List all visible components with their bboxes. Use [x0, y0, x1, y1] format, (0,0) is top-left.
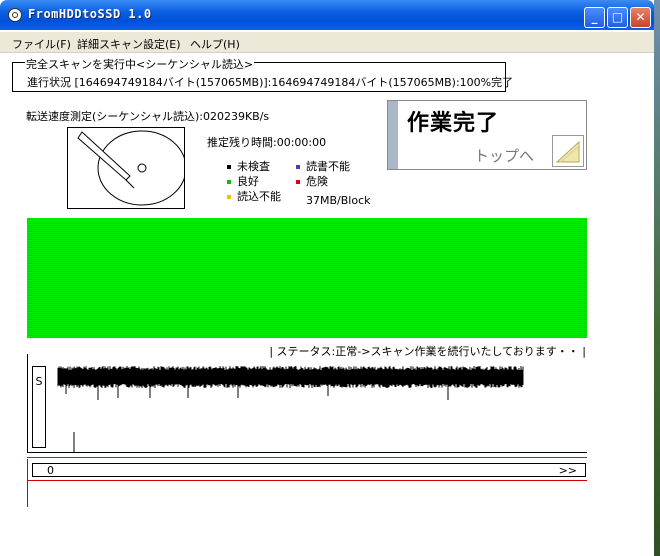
scroll-start-label: 0: [47, 464, 54, 477]
app-icon[interactable]: [8, 8, 22, 22]
legend-danger: 危険: [296, 173, 328, 189]
legend-swatch: [227, 195, 231, 199]
transfer-speed: 転送速度測定(シーケンシャル読込):020239KB/s: [26, 110, 270, 123]
separator-line: [27, 457, 587, 458]
progress-text: 進行状況 [164694749184バイト(157065MB)]:1646947…: [27, 76, 514, 89]
folder-note-icon[interactable]: [552, 135, 584, 167]
scan-mode-title: 完全スキャンを実行中<シーケンシャル読込>: [25, 56, 255, 72]
window-title: FromHDDtoSSD 1.0: [28, 7, 152, 21]
done-panel[interactable]: 作業完了 トップへ: [387, 100, 587, 170]
menu-help[interactable]: ヘルプ(H): [190, 36, 240, 52]
legend-read-error: 読込不能: [227, 188, 281, 204]
speed-spikes: [57, 366, 524, 452]
remaining-time: 推定残り時間:00:00:00: [207, 136, 327, 149]
legend-good: 良好: [227, 173, 259, 189]
close-button[interactable]: ✕: [630, 7, 651, 28]
scan-progress-frame: 完全スキャンを実行中<シーケンシャル読込> 進行状況 [164694749184…: [12, 56, 513, 92]
menu-file[interactable]: ファイル(F): [12, 36, 71, 52]
legend-swatch: [227, 180, 231, 184]
sector-map: [27, 218, 587, 338]
menu-bar: ファイル(F) 詳細スキャン設定(E) ヘルプ(H): [0, 32, 654, 53]
legend-unchecked: 未検査: [227, 158, 270, 174]
legend-swatch: [296, 180, 300, 184]
back-to-top-link[interactable]: トップへ: [474, 145, 534, 166]
hdd-drive-icon: [67, 127, 187, 209]
done-title: 作業完了: [407, 111, 500, 136]
legend-swatch: [227, 165, 231, 169]
menu-scan-settings[interactable]: 詳細スキャン設定(E): [77, 36, 181, 52]
panel-accent-strip: [388, 101, 398, 169]
maximize-button[interactable]: □: [607, 7, 628, 28]
main-window: FromHDDtoSSD 1.0 _ □ ✕ ファイル(F) 詳細スキャン設定(…: [0, 0, 654, 556]
legend-rw-error: 読書不能: [296, 158, 350, 174]
block-scrollbar[interactable]: 0 >>: [32, 463, 586, 477]
speed-graph: S: [27, 354, 587, 453]
legend-swatch: [296, 165, 300, 169]
block-size: 37MB/Block: [306, 194, 371, 207]
title-bar[interactable]: FromHDDtoSSD 1.0 _ □ ✕: [0, 0, 654, 30]
scroll-next-button[interactable]: >>: [559, 464, 577, 477]
minimize-button[interactable]: _: [584, 7, 605, 28]
scroll-underline: [27, 480, 587, 481]
client-area: 完全スキャンを実行中<シーケンシャル読込> 進行状況 [164694749184…: [0, 54, 654, 556]
